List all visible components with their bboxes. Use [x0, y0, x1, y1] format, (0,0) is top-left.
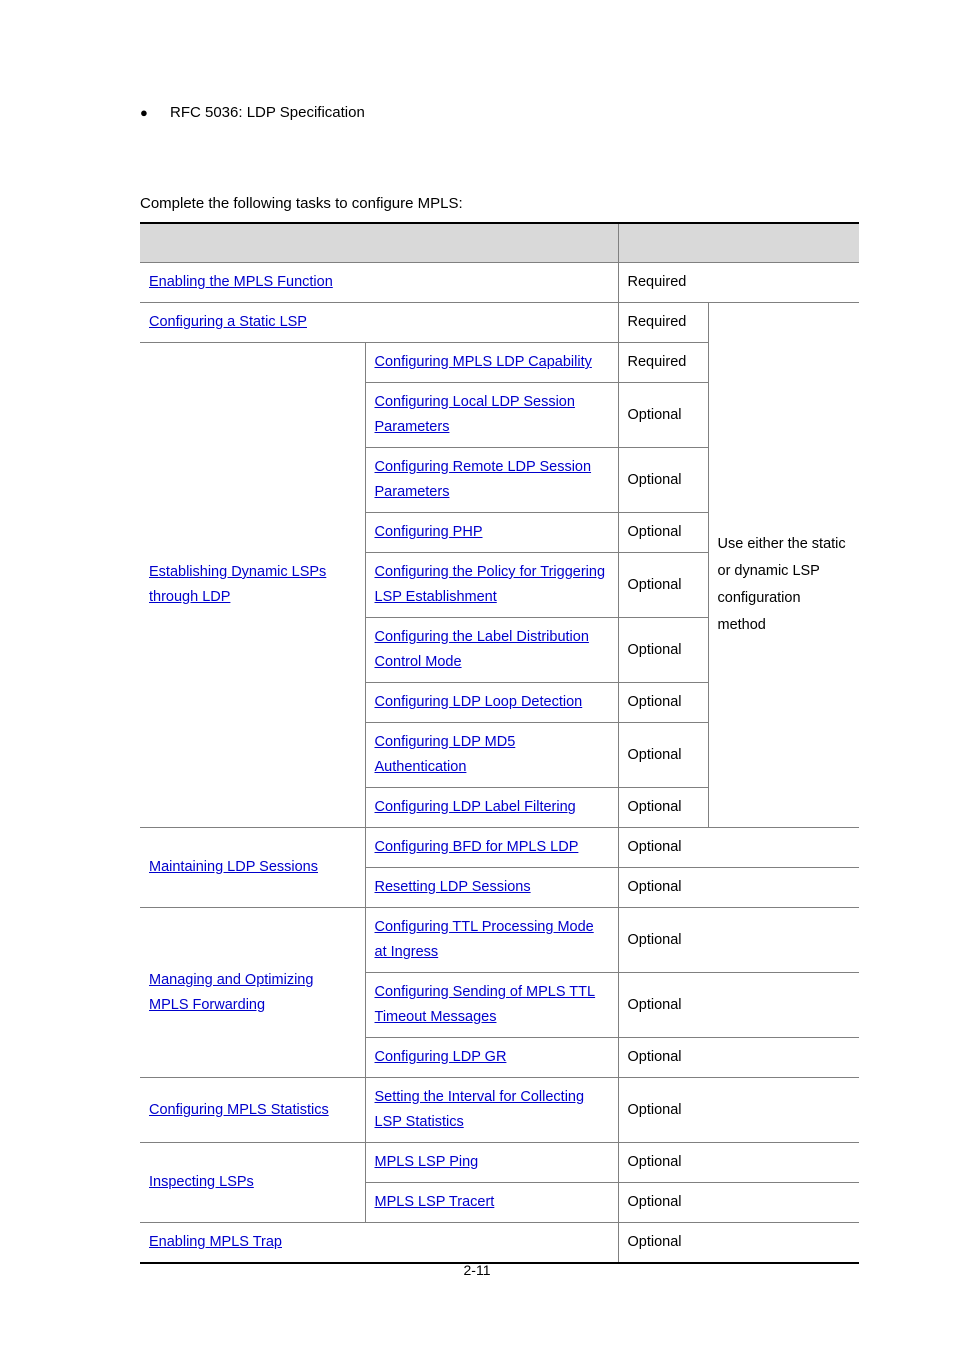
subtask-cell: Configuring LDP Label Filtering — [364, 787, 619, 828]
subtask-cell: Configuring Remote LDP Session Parameter… — [364, 447, 619, 513]
subtask-cell: Configuring LDP GR — [364, 1037, 619, 1078]
link-configuring-ldp-loop-detection[interactable]: Configuring LDP Loop Detection — [375, 694, 583, 710]
remarks-text: Use either the static or dynamic LSP con… — [717, 535, 846, 633]
link-enabling-mpls-trap[interactable]: Enabling MPLS Trap — [149, 1234, 282, 1250]
subtask-cell: Resetting LDP Sessions — [364, 867, 619, 908]
link-configuring-local-ldp-session-parameters[interactable]: Configuring Local LDP Session Parameters — [375, 394, 575, 435]
link-configuring-the-policy-for-triggering-lsp-establishment[interactable]: Configuring the Policy for Triggering LS… — [375, 564, 606, 605]
link-configuring-mpls-statistics[interactable]: Configuring MPLS Statistics — [149, 1102, 329, 1118]
link-maintaining-ldp-sessions[interactable]: Maintaining LDP Sessions — [149, 859, 318, 875]
subtask-cell: Configuring the Label Distribution Contr… — [364, 617, 619, 683]
link-configuring-php[interactable]: Configuring PHP — [375, 524, 483, 540]
subtask-cell: Configuring PHP — [364, 512, 619, 553]
link-inspecting-lsps[interactable]: Inspecting LSPs — [149, 1174, 254, 1190]
link-configuring-ldp-gr[interactable]: Configuring LDP GR — [375, 1049, 507, 1065]
subtask-cell: Configuring BFD for MPLS LDP — [364, 827, 619, 868]
subtask-cell: Setting the Interval for Collecting LSP … — [364, 1077, 619, 1143]
requirement-cell: Optional — [617, 1222, 859, 1264]
subtask-cell: Configuring TTL Processing Mode at Ingre… — [364, 907, 619, 973]
remarks-spacer-cell — [707, 302, 859, 343]
document-page: ● RFC 5036: LDP Specification Complete t… — [0, 0, 954, 1350]
requirement-cell: Optional — [617, 617, 709, 683]
requirement-cell: Optional — [617, 787, 709, 828]
table-row: Enabling MPLS Trap Optional — [140, 1222, 859, 1264]
requirement-cell: Required — [617, 262, 859, 303]
link-establishing-dynamic-lsps-through-ldp[interactable]: Establishing Dynamic LSPs through LDP — [149, 564, 326, 605]
configuration-task-table: Enabling the MPLS Function Required Conf… — [140, 222, 859, 1264]
link-configuring-ldp-label-filtering[interactable]: Configuring LDP Label Filtering — [375, 799, 576, 815]
requirement-cell: Optional — [617, 512, 709, 553]
header-cell-requirement — [617, 222, 859, 263]
link-configuring-the-label-distribution-control-mode[interactable]: Configuring the Label Distribution Contr… — [375, 629, 589, 670]
link-mpls-lsp-tracert[interactable]: MPLS LSP Tracert — [375, 1194, 495, 1210]
requirement-cell: Optional — [617, 1142, 859, 1183]
subtask-cell: MPLS LSP Tracert — [364, 1182, 619, 1223]
table-row: Inspecting LSPs MPLS LSP Ping Optional — [140, 1142, 859, 1223]
requirement-cell: Optional — [617, 972, 859, 1038]
requirement-cell: Optional — [617, 827, 859, 868]
subtask-cell: Configuring LDP Loop Detection — [364, 682, 619, 723]
task-cell: Configuring a Static LSP — [140, 302, 619, 343]
table-row: Enabling the MPLS Function Required — [140, 262, 859, 303]
link-configuring-ttl-processing-mode-at-ingress[interactable]: Configuring TTL Processing Mode at Ingre… — [375, 919, 594, 960]
requirement-cell: Optional — [617, 907, 859, 973]
bullet-item-text: RFC 5036: LDP Specification — [170, 104, 365, 121]
subtask-cell: Configuring Sending of MPLS TTL Timeout … — [364, 972, 619, 1038]
link-configuring-remote-ldp-session-parameters[interactable]: Configuring Remote LDP Session Parameter… — [375, 459, 592, 500]
bullet-list-item: ● RFC 5036: LDP Specification — [140, 102, 365, 124]
subtask-cell: Configuring the Policy for Triggering LS… — [364, 552, 619, 618]
requirement-cell: Required — [617, 342, 709, 383]
table-row: Establishing Dynamic LSPs through LDP Co… — [140, 342, 859, 828]
subtask-cell: Configuring LDP MD5 Authentication — [364, 722, 619, 788]
table-header-row — [140, 222, 859, 263]
requirement-cell: Optional — [617, 552, 709, 618]
link-enabling-the-mpls-function[interactable]: Enabling the MPLS Function — [149, 274, 333, 290]
link-setting-the-interval-for-collecting-lsp-statistics[interactable]: Setting the Interval for Collecting LSP … — [375, 1089, 585, 1130]
link-configuring-bfd-for-mpls-ldp[interactable]: Configuring BFD for MPLS LDP — [375, 839, 579, 855]
requirement-cell: Required — [617, 302, 709, 343]
task-cell-configuring-mpls-statistics: Configuring MPLS Statistics — [140, 1077, 366, 1143]
link-configuring-ldp-md5-authentication[interactable]: Configuring LDP MD5 Authentication — [375, 734, 516, 775]
table-row: Managing and Optimizing MPLS Forwarding … — [140, 907, 859, 1078]
bullet-marker-icon: ● — [140, 105, 148, 120]
link-mpls-lsp-ping[interactable]: MPLS LSP Ping — [375, 1154, 479, 1170]
subtask-cell: Configuring MPLS LDP Capability — [364, 342, 619, 383]
task-cell-inspecting-lsps: Inspecting LSPs — [140, 1142, 366, 1223]
link-resetting-ldp-sessions[interactable]: Resetting LDP Sessions — [375, 879, 531, 895]
requirement-cell: Optional — [617, 722, 709, 788]
subtask-cell: Configuring Local LDP Session Parameters — [364, 382, 619, 448]
requirement-cell: Optional — [617, 1037, 859, 1078]
requirement-cell: Optional — [617, 447, 709, 513]
remarks-cell: Use either the static or dynamic LSP con… — [707, 342, 859, 828]
task-cell: Enabling the MPLS Function — [140, 262, 619, 303]
task-cell-maintaining-ldp-sessions: Maintaining LDP Sessions — [140, 827, 366, 908]
subtask-cell: MPLS LSP Ping — [364, 1142, 619, 1183]
requirement-cell: Optional — [617, 682, 709, 723]
link-managing-and-optimizing-mpls-forwarding[interactable]: Managing and Optimizing MPLS Forwarding — [149, 972, 313, 1013]
configuration-task-table-wrapper: Enabling the MPLS Function Required Conf… — [140, 222, 859, 1264]
task-cell-managing-and-optimizing-mpls-forwarding: Managing and Optimizing MPLS Forwarding — [140, 907, 366, 1078]
requirement-cell: Optional — [617, 867, 859, 908]
requirement-cell: Optional — [617, 1077, 859, 1143]
link-configuring-a-static-lsp[interactable]: Configuring a Static LSP — [149, 314, 307, 330]
table-row: Maintaining LDP Sessions Configuring BFD… — [140, 827, 859, 908]
task-cell-establishing-dynamic-lsps: Establishing Dynamic LSPs through LDP — [140, 342, 366, 828]
task-cell-enabling-mpls-trap: Enabling MPLS Trap — [140, 1222, 619, 1264]
header-cell-task — [140, 222, 619, 263]
requirement-cell: Optional — [617, 1182, 859, 1223]
table-row: Configuring MPLS Statistics Setting the … — [140, 1077, 859, 1143]
table-row: Configuring a Static LSP Required — [140, 302, 859, 343]
page-number-footer: 2-11 — [463, 1262, 491, 1278]
link-configuring-sending-of-mpls-ttl-timeout-messages[interactable]: Configuring Sending of MPLS TTL Timeout … — [375, 984, 596, 1025]
link-configuring-mpls-ldp-capability[interactable]: Configuring MPLS LDP Capability — [375, 354, 592, 370]
intro-paragraph: Complete the following tasks to configur… — [140, 195, 463, 212]
requirement-cell: Optional — [617, 382, 709, 448]
